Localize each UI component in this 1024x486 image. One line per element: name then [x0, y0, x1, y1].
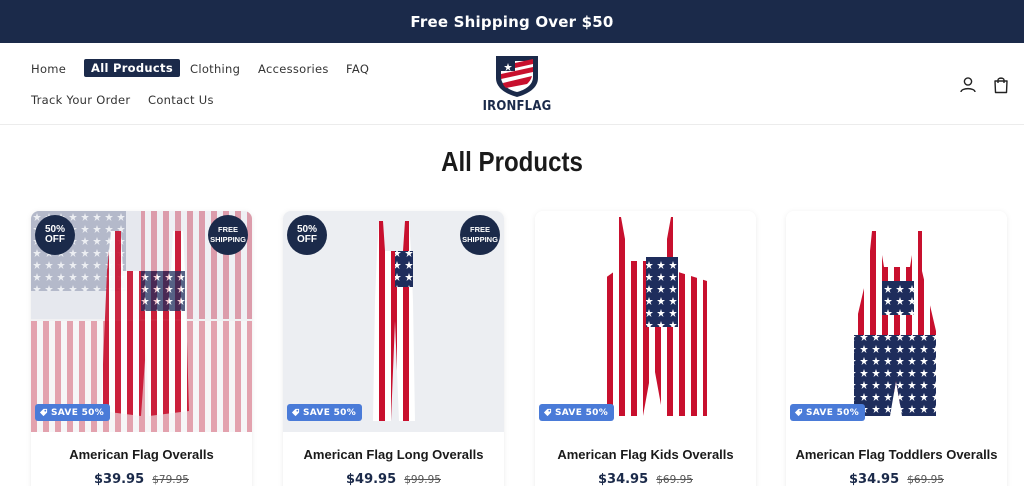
announcement-bar: Free Shipping Over $50 — [0, 0, 1024, 43]
compare-price: $99.95 — [404, 474, 441, 486]
product-title[interactable]: American Flag Toddlers Overalls — [786, 447, 1007, 462]
compare-price: $69.95 — [656, 474, 693, 486]
product-card[interactable]: 50% OFF FREE SHIPPING SAVE 50% American Fl… — [283, 211, 504, 486]
user-icon[interactable] — [958, 75, 978, 95]
sale-price: $49.95 — [345, 472, 397, 486]
discount-badge: 50% OFF — [287, 215, 327, 255]
nav-all-products[interactable]: All Products — [84, 59, 180, 77]
price-row: $34.95 $69.95 — [786, 468, 1007, 486]
page-title: All Products — [441, 146, 583, 177]
shield-flag-icon — [496, 56, 538, 97]
tag-icon — [794, 408, 803, 417]
save-badge: SAVE 50% — [539, 404, 615, 421]
nav-track-order[interactable]: Track Your Order — [31, 91, 130, 109]
nav-home[interactable]: Home — [31, 60, 66, 78]
tag-icon — [291, 408, 300, 417]
announcement-text: Free Shipping Over $50 — [410, 12, 614, 31]
brand-logo[interactable]: IRONFLAG — [482, 52, 552, 118]
tag-icon — [543, 408, 552, 417]
shopping-bag-icon[interactable] — [991, 75, 1011, 95]
product-image[interactable]: 50% OFF FREE SHIPPING SAVE 50% — [31, 211, 252, 432]
product-title[interactable]: American Flag Overalls — [31, 447, 252, 462]
sale-price: $39.95 — [93, 472, 145, 486]
product-card[interactable]: SAVE 50% American Flag Toddlers Overalls… — [786, 211, 1007, 486]
save-label: SAVE 50% — [51, 407, 105, 418]
discount-badge: 50% OFF — [35, 215, 75, 255]
save-label: SAVE 50% — [555, 407, 609, 418]
product-card[interactable]: 50% OFF FREE SHIPPING SAVE 50% American Fl… — [31, 211, 252, 486]
save-label: SAVE 50% — [806, 407, 860, 418]
sale-price: $34.95 — [597, 472, 649, 486]
product-card[interactable]: SAVE 50% American Flag Kids Overalls $34… — [535, 211, 756, 486]
price-row: $34.95 $69.95 — [535, 468, 756, 486]
nav-faq[interactable]: FAQ — [346, 60, 369, 78]
product-image[interactable]: SAVE 50% — [535, 211, 756, 432]
sale-price: $34.95 — [848, 472, 900, 486]
product-title[interactable]: American Flag Long Overalls — [283, 447, 504, 462]
product-image[interactable]: SAVE 50% — [786, 211, 1007, 432]
brand-name: IRONFLAG — [482, 99, 552, 114]
price-row: $49.95 $99.95 — [283, 468, 504, 486]
product-image[interactable]: 50% OFF FREE SHIPPING SAVE 50% — [283, 211, 504, 432]
save-badge: SAVE 50% — [790, 404, 866, 421]
save-badge: SAVE 50% — [35, 404, 111, 421]
free-shipping-badge: FREE SHIPPING — [460, 215, 500, 255]
compare-price: $79.95 — [152, 474, 189, 486]
price-row: $39.95 $79.95 — [31, 468, 252, 486]
free-shipping-badge: FREE SHIPPING — [208, 215, 248, 255]
save-badge: SAVE 50% — [287, 404, 363, 421]
nav-accessories[interactable]: Accessories — [258, 60, 329, 78]
product-title[interactable]: American Flag Kids Overalls — [535, 447, 756, 462]
tag-icon — [39, 408, 48, 417]
nav-contact-us[interactable]: Contact Us — [148, 91, 214, 109]
compare-price: $69.95 — [907, 474, 944, 486]
nav-clothing[interactable]: Clothing — [190, 60, 240, 78]
save-label: SAVE 50% — [303, 407, 357, 418]
